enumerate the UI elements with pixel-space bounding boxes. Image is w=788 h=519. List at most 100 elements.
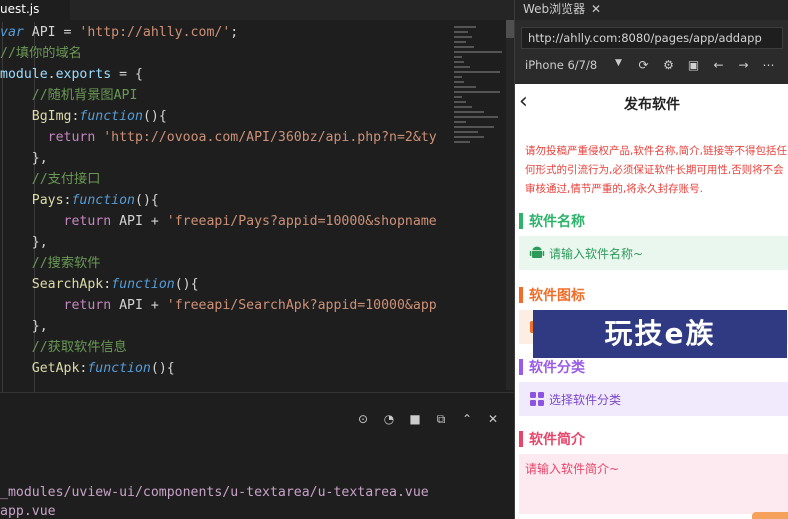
device-select[interactable]: iPhone 6/7/8 bbox=[525, 58, 597, 72]
floating-badge[interactable] bbox=[752, 512, 788, 519]
code-token: (){ bbox=[174, 277, 199, 292]
notice-text: 请勿投稿严重侵权产品,软件名称,简介,链接等不得包括任何形式的引流行为,必须保证… bbox=[525, 145, 788, 195]
code-token: //获取软件信息 bbox=[31, 340, 127, 355]
category-select[interactable]: 选择软件分类 bbox=[519, 382, 788, 416]
more-icon[interactable]: ⋯ bbox=[760, 57, 777, 74]
screen: uest.js var API = 'http://ahlly.com/'; //… bbox=[0, 0, 788, 519]
url-input[interactable]: http://ahlly.com:8080/pages/app/addapp bbox=[521, 27, 783, 49]
device-toolbar: iPhone 6/7/8 ▼ ⟳ ⚙ ▣ ← → ⋯ bbox=[515, 54, 788, 78]
back-arrow-icon[interactable]: ← bbox=[710, 57, 727, 74]
browser-tabbar: Web浏览器 ✕ bbox=[515, 0, 788, 20]
console-path[interactable]: _modules/uview-ui/components/u-textarea/… bbox=[0, 485, 429, 503]
watermark-text: 玩技e族 bbox=[604, 317, 716, 350]
web-browser-pane: Web浏览器 ✕ http://ahlly.com:8080/pages/app… bbox=[514, 0, 788, 519]
minimap-line bbox=[454, 101, 466, 103]
code-token: exports bbox=[55, 67, 112, 82]
console-icon[interactable]: ▣ bbox=[685, 57, 702, 74]
code-token: //搜索软件 bbox=[31, 256, 101, 271]
code-line[interactable]: //支付接口 bbox=[0, 169, 101, 190]
section-title: 软件分类 bbox=[529, 360, 585, 376]
scroll-thumb[interactable] bbox=[506, 20, 514, 38]
close-panel-icon[interactable]: ✕ bbox=[484, 410, 502, 428]
code-editor[interactable]: uest.js var API = 'http://ahlly.com/'; //… bbox=[0, 0, 514, 519]
minimap-line bbox=[454, 66, 470, 68]
description-textarea[interactable]: 请输入软件简介~ bbox=[519, 454, 788, 514]
code-token: 'http://ahlly.com/' bbox=[79, 25, 231, 40]
code-line[interactable]: //搜索软件 bbox=[0, 253, 101, 274]
lock-icon[interactable]: ⊙ bbox=[354, 410, 372, 428]
code-line[interactable]: GetApk:function(){ bbox=[0, 358, 175, 379]
page-title: 发布软件 bbox=[624, 97, 680, 113]
code-token: }, bbox=[0, 151, 48, 166]
code-line[interactable]: SearchApk:function(){ bbox=[0, 274, 199, 295]
android-icon bbox=[529, 246, 545, 258]
app-name-input[interactable]: 请输入软件名称~ bbox=[519, 236, 788, 270]
code-line[interactable]: module.exports = { bbox=[0, 64, 143, 85]
code-token: //填你的域名 bbox=[0, 46, 82, 61]
code-token: var bbox=[0, 25, 24, 40]
editor-tab[interactable]: uest.js bbox=[0, 0, 70, 20]
app-navbar: ‹ 发布软件 bbox=[515, 84, 788, 124]
editor-tabbar: uest.js bbox=[0, 0, 514, 20]
code-line[interactable]: //获取软件信息 bbox=[0, 337, 127, 358]
code-line[interactable]: }, bbox=[0, 148, 48, 169]
code-line[interactable]: //随机背景图API bbox=[0, 85, 138, 106]
code-token: API = bbox=[23, 25, 80, 40]
forward-arrow-icon[interactable]: → bbox=[735, 57, 752, 74]
code-token: module bbox=[0, 67, 48, 82]
code-line[interactable]: return API + 'freeapi/Pays?appid=10000&s… bbox=[0, 211, 437, 232]
code-token: SearchApk bbox=[31, 277, 104, 292]
section-title: 软件名称 bbox=[529, 214, 585, 230]
code-token: 'http://ovooa.com/API/360bz/api.php?n=2&… bbox=[103, 130, 437, 145]
code-token: function bbox=[111, 277, 175, 292]
section-title: 软件图标 bbox=[529, 288, 585, 304]
chevron-up-icon[interactable]: ⌃ bbox=[458, 410, 476, 428]
code-token: API + bbox=[111, 298, 167, 313]
minimap-line bbox=[454, 121, 466, 123]
minimap-line bbox=[454, 91, 500, 93]
code-line[interactable]: Pays:function(){ bbox=[0, 190, 159, 211]
phone-viewport: ‹ 发布软件 请勿投稿严重侵权产品,软件名称,简介,链接等不得包括任何形式的引流… bbox=[515, 84, 788, 519]
minimap-line bbox=[454, 96, 462, 98]
code-token: API + bbox=[111, 214, 167, 229]
settings-icon[interactable]: ⚙ bbox=[660, 57, 677, 74]
minimap-line bbox=[454, 51, 502, 53]
minimap[interactable] bbox=[452, 20, 506, 390]
code-token: : bbox=[103, 277, 112, 292]
code-line[interactable]: var API = 'http://ahlly.com/'; bbox=[0, 22, 238, 43]
code-token: (){ bbox=[150, 361, 175, 376]
code-line[interactable]: return API + 'freeapi/SearchApk?appid=10… bbox=[0, 295, 437, 316]
minimap-line bbox=[454, 36, 472, 38]
app-name-placeholder: 请输入软件名称~ bbox=[549, 247, 644, 261]
clock-icon[interactable]: ◔ bbox=[380, 410, 398, 428]
minimap-line bbox=[454, 71, 500, 73]
stop-icon[interactable]: ■ bbox=[406, 410, 424, 428]
code-token: }, bbox=[0, 319, 48, 334]
console-path[interactable]: app.vue bbox=[0, 504, 56, 519]
minimap-line bbox=[454, 76, 462, 78]
browser-tab[interactable]: Web浏览器 bbox=[523, 0, 585, 20]
code-token: ; bbox=[230, 25, 239, 40]
code-line[interactable]: //填你的域名 bbox=[0, 43, 82, 64]
code-token: (){ bbox=[135, 193, 159, 208]
code-line[interactable]: BgImg:function(){ bbox=[0, 106, 167, 127]
code-line[interactable]: }, bbox=[0, 316, 48, 337]
editor-scrollbar[interactable] bbox=[506, 20, 514, 390]
description-placeholder: 请输入软件简介~ bbox=[525, 462, 620, 476]
rotate-icon[interactable]: ⟳ bbox=[635, 57, 652, 74]
open-external-icon[interactable]: ⧉ bbox=[432, 410, 450, 428]
code-line[interactable]: return 'http://ovooa.com/API/360bz/api.p… bbox=[0, 127, 437, 148]
code-area[interactable]: var API = 'http://ahlly.com/'; //填你的域名 mod… bbox=[0, 22, 452, 392]
code-line[interactable]: }, bbox=[0, 232, 48, 253]
code-token: (){ bbox=[142, 109, 167, 124]
minimap-line bbox=[454, 56, 462, 58]
minimap-line bbox=[454, 61, 464, 63]
close-icon[interactable]: ✕ bbox=[591, 0, 605, 18]
chevron-down-icon[interactable]: ▼ bbox=[615, 58, 622, 68]
